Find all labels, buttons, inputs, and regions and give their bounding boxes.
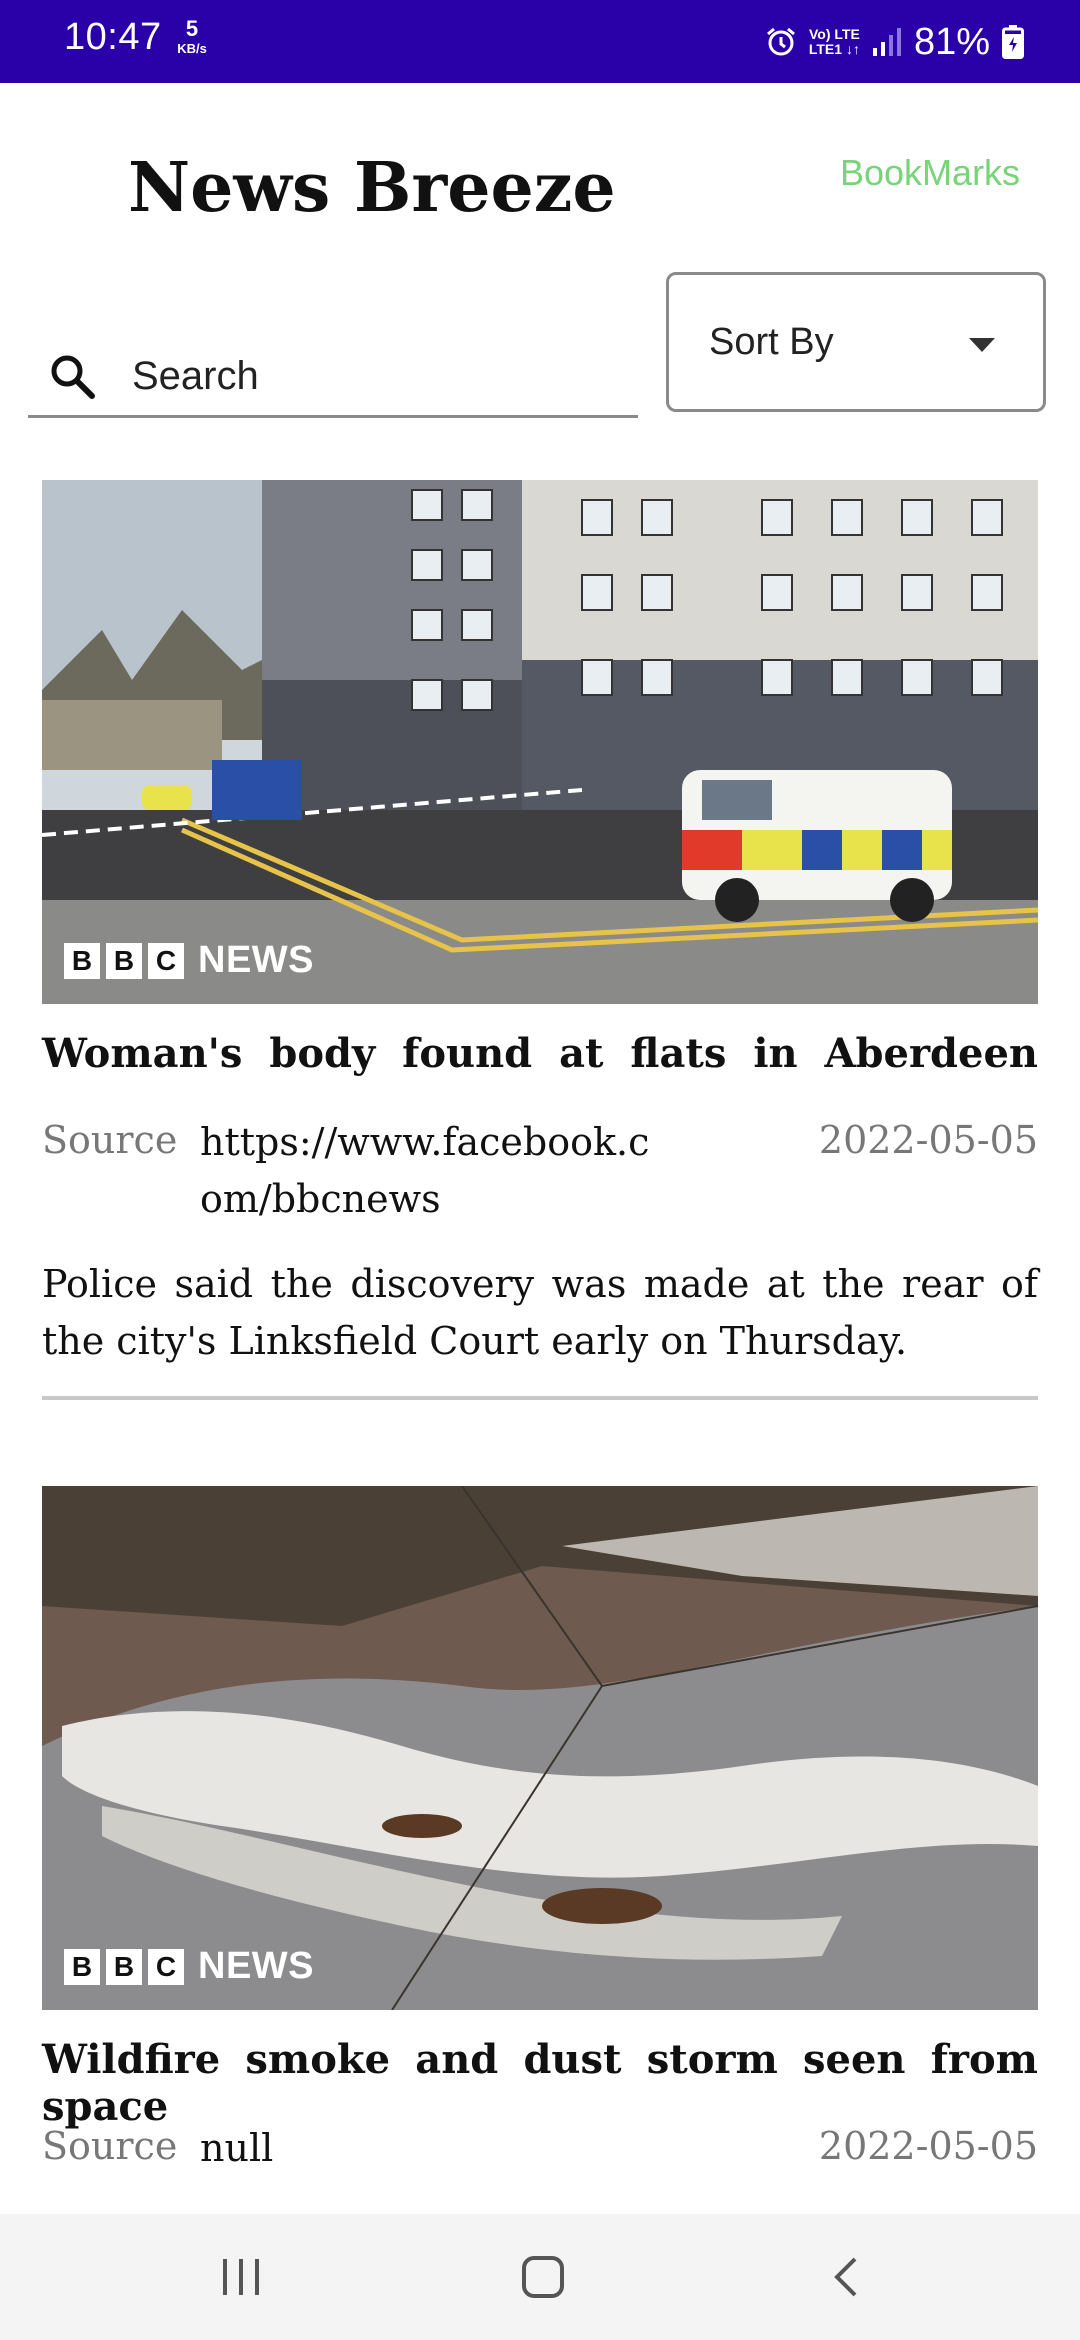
article-title[interactable]: Woman's body found at flats in Aberdeen <box>42 1030 1038 1077</box>
app-title: News Breeze <box>128 148 616 228</box>
status-time: 10:47 <box>64 16 162 58</box>
bbc-logo-letter: C <box>148 1948 184 1985</box>
police-scene-photo-icon <box>42 480 1038 1004</box>
bookmarks-link[interactable]: BookMarks <box>840 152 1020 194</box>
bbc-logo-news: NEWS <box>198 939 314 981</box>
article-image[interactable]: B B C NEWS <box>42 480 1038 1004</box>
bbc-logo-letter: C <box>148 942 184 979</box>
system-navigation-bar <box>0 2214 1080 2340</box>
source-label: Source <box>42 2124 178 2168</box>
bbc-logo-letter: B <box>106 1948 142 1985</box>
status-icons: Vo) LTE LTE1 ↓↑ 81% <box>765 14 1024 70</box>
battery-percent: 81% <box>913 20 990 63</box>
article-date: 2022-05-05 <box>818 2124 1038 2168</box>
bbc-logo-news: NEWS <box>198 1945 314 1987</box>
bbc-logo-letter: B <box>64 942 100 979</box>
article-description: Police said the discovery was made at th… <box>42 1262 1038 1363</box>
source-value: null <box>200 2126 274 2170</box>
battery-icon <box>1002 25 1024 59</box>
article-title[interactable]: Wildfire smoke and dust storm seen from … <box>42 2036 1038 2130</box>
chevron-down-icon <box>969 338 995 352</box>
back-button[interactable] <box>812 2242 882 2312</box>
source-label: Source <box>42 1118 178 1162</box>
signal-icon <box>872 28 901 56</box>
search-input[interactable] <box>132 348 612 404</box>
network-line1: Vo) LTE <box>808 26 860 43</box>
search-bar[interactable] <box>28 330 638 418</box>
network-line2: LTE1 ↓↑ <box>808 41 860 57</box>
recent-apps-button[interactable] <box>206 2242 276 2312</box>
sort-dropdown[interactable]: Sort By <box>666 272 1046 412</box>
bbc-logo-letter: B <box>106 942 142 979</box>
bbc-news-logo: B B C NEWS <box>64 939 314 982</box>
search-icon <box>51 355 95 399</box>
network-speed: 5 KB/s <box>172 16 212 56</box>
article-image[interactable]: B B C NEWS <box>42 1486 1038 2010</box>
home-button[interactable] <box>508 2242 578 2312</box>
back-icon <box>834 2257 857 2297</box>
bbc-logo-letter: B <box>64 1948 100 1985</box>
network-indicator: Vo) LTE LTE1 ↓↑ <box>809 27 860 56</box>
bbc-news-logo: B B C NEWS <box>64 1945 314 1988</box>
article-divider <box>42 1396 1038 1400</box>
network-speed-value: 5 <box>185 16 199 41</box>
status-bar: 10:47 5 KB/s Vo) LTE LTE1 ↓↑ 81% <box>0 0 1080 83</box>
recent-apps-icon <box>223 2259 259 2295</box>
article-date: 2022-05-05 <box>818 1118 1038 1162</box>
sort-label: Sort By <box>709 321 834 363</box>
wildfire-satellite-photo-icon <box>42 1486 1038 2010</box>
home-icon <box>522 2256 564 2298</box>
network-speed-unit: KB/s <box>177 41 207 56</box>
alarm-icon <box>766 27 795 56</box>
source-value: https://www.facebook.com/bbcnews <box>200 1120 650 1221</box>
